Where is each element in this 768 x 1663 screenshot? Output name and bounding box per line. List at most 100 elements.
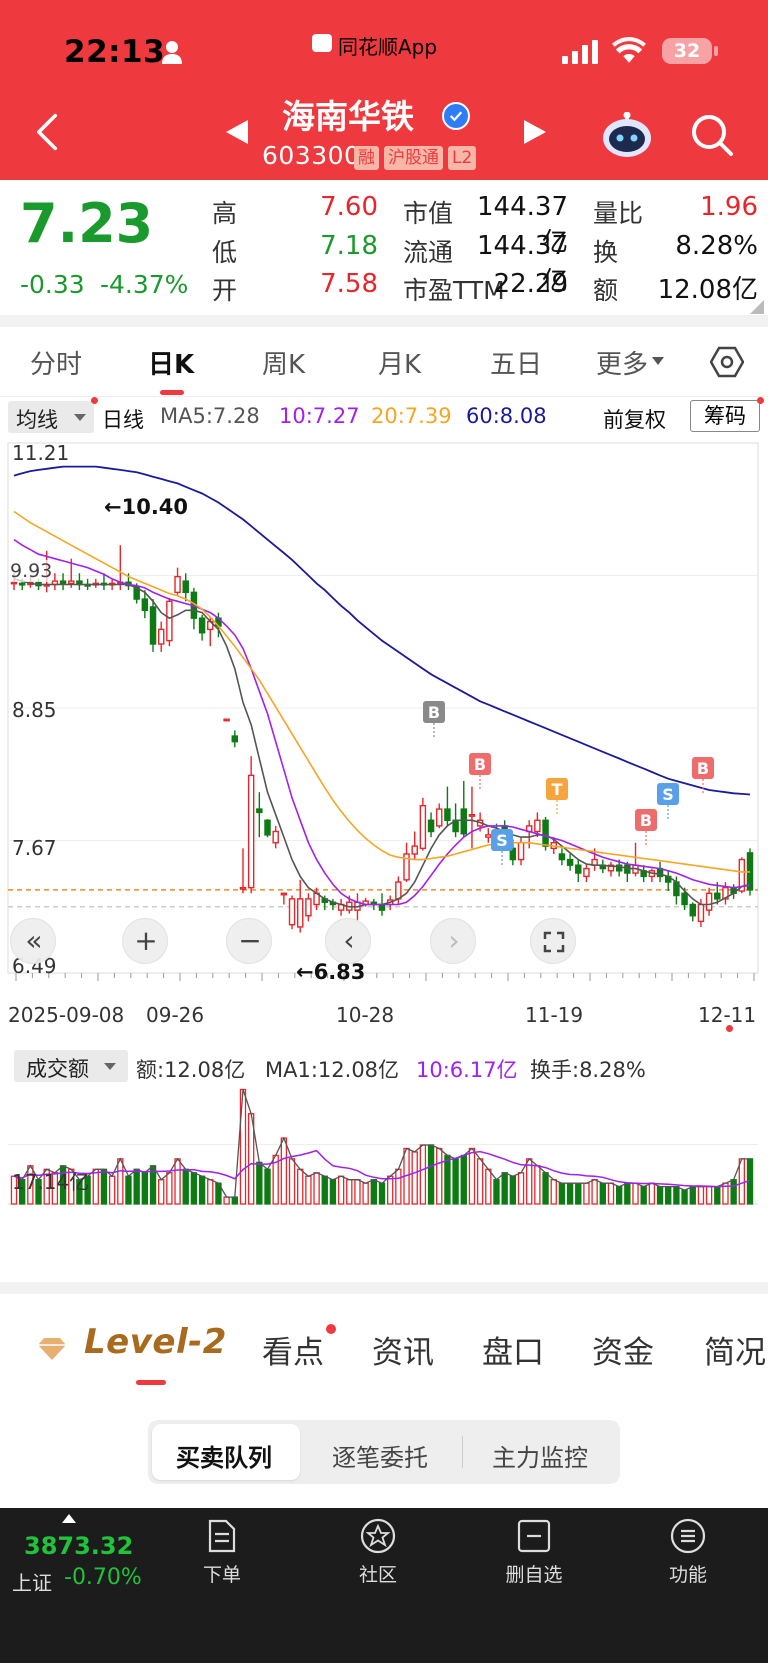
volume-bar-up bbox=[354, 1179, 361, 1205]
volume-bar-down bbox=[599, 1182, 606, 1205]
volume-bar-up bbox=[223, 1196, 230, 1205]
zoom-out-far-button[interactable]: « bbox=[10, 918, 56, 964]
tonghuashun-logo-icon bbox=[312, 34, 332, 52]
ma-red-dot bbox=[91, 397, 98, 404]
candle-up bbox=[239, 886, 247, 890]
volume-bar-down bbox=[256, 1161, 263, 1205]
prev-stock-arrow-icon[interactable] bbox=[226, 120, 248, 144]
menu-circle-icon[interactable] bbox=[670, 1518, 706, 1554]
fullscreen-button[interactable] bbox=[530, 918, 576, 964]
robot-assistant-icon[interactable] bbox=[601, 112, 653, 158]
volume-chart[interactable] bbox=[0, 1082, 768, 1282]
highlights-red-dot bbox=[326, 1324, 336, 1334]
tab-monthly-k[interactable]: 月K bbox=[378, 344, 421, 381]
adjust-label[interactable]: 前复权 bbox=[603, 404, 666, 434]
remove-watchlist-icon[interactable] bbox=[516, 1518, 552, 1554]
segment-divider bbox=[462, 1436, 463, 1468]
volume-bar-up bbox=[485, 1168, 492, 1205]
volume-bar-up bbox=[92, 1168, 99, 1205]
search-icon[interactable] bbox=[689, 112, 735, 158]
volume-bar-down bbox=[656, 1185, 664, 1205]
segment-tick-orders[interactable]: 逐笔委托 bbox=[332, 1438, 428, 1473]
status-app-label: 同花顺App bbox=[338, 35, 438, 59]
volume-bar-down bbox=[673, 1185, 680, 1205]
stock-code: 603300 bbox=[262, 141, 361, 170]
order-document-icon[interactable] bbox=[204, 1518, 240, 1554]
volume-bar-down bbox=[566, 1182, 574, 1205]
index-change: -0.70% bbox=[64, 1565, 142, 1590]
signal-tag-b: B bbox=[697, 759, 709, 778]
volume-bar-down bbox=[689, 1185, 696, 1205]
tab-daily-k[interactable]: 日K bbox=[148, 344, 194, 381]
segment-order-queue[interactable]: 买卖队列 bbox=[176, 1438, 272, 1473]
volume-bar-down bbox=[100, 1168, 108, 1205]
nav-remove-watchlist[interactable]: 删自选 bbox=[494, 1560, 574, 1587]
tab-news[interactable]: 资讯 bbox=[372, 1327, 434, 1372]
tab-weekly-k[interactable]: 周K bbox=[262, 344, 305, 381]
volume-bar-down bbox=[321, 1175, 328, 1205]
double-chevron-left-icon: « bbox=[25, 924, 43, 957]
candle-down bbox=[59, 580, 67, 585]
candle-up bbox=[174, 575, 181, 594]
candle-down bbox=[542, 819, 549, 847]
candle-down bbox=[460, 808, 468, 835]
candle-up bbox=[157, 628, 165, 645]
volume-bar-up bbox=[297, 1168, 304, 1205]
volume-bar-down bbox=[575, 1182, 582, 1205]
candle-up bbox=[697, 903, 705, 923]
volume-amount: 额:12.08亿 bbox=[136, 1058, 246, 1082]
volume-bar-down bbox=[558, 1182, 566, 1205]
volume-bar-down bbox=[370, 1179, 378, 1205]
tab-highlights[interactable]: 看点 bbox=[262, 1327, 324, 1372]
tab-level2[interactable]: Level-2 bbox=[84, 1322, 227, 1362]
community-star-icon[interactable] bbox=[360, 1518, 396, 1554]
candle-down bbox=[256, 808, 263, 814]
volume-bar-up bbox=[288, 1158, 296, 1205]
volume-bar-down bbox=[640, 1185, 647, 1205]
segment-main-monitor[interactable]: 主力监控 bbox=[492, 1438, 588, 1473]
nav-place-order[interactable]: 下单 bbox=[182, 1560, 262, 1587]
more-dropdown-icon bbox=[652, 357, 664, 365]
tab-five-day[interactable]: 五日 bbox=[490, 344, 542, 381]
volume-bar-up bbox=[648, 1182, 656, 1205]
volume-bar-down bbox=[198, 1175, 206, 1205]
nav-community[interactable]: 社区 bbox=[338, 1560, 418, 1587]
back-icon[interactable] bbox=[32, 112, 62, 152]
tab-capital-flow[interactable]: 资金 bbox=[592, 1327, 654, 1372]
scroll-right-button[interactable]: › bbox=[430, 918, 476, 964]
zoom-out-button[interactable]: − bbox=[226, 918, 272, 964]
candle-up bbox=[247, 774, 255, 889]
tab-more[interactable]: 更多 bbox=[596, 344, 648, 381]
next-stock-arrow-icon[interactable] bbox=[524, 120, 546, 144]
level2-active-indicator bbox=[136, 1380, 166, 1385]
volume-bar-up bbox=[419, 1144, 427, 1205]
volume-bar-down bbox=[141, 1172, 149, 1205]
scroll-left-button[interactable]: ‹ bbox=[325, 918, 371, 964]
tab-profile[interactable]: 简况 bbox=[704, 1327, 766, 1372]
signal-tag-s: S bbox=[662, 785, 674, 804]
battery-icon: 32 bbox=[662, 38, 712, 64]
ma-selector-label: 均线 bbox=[16, 408, 58, 432]
volume-bar-up bbox=[166, 1172, 173, 1205]
volume-ma1-line bbox=[13, 1089, 750, 1198]
index-expand-icon[interactable] bbox=[62, 1514, 76, 1523]
settings-hexagon-icon[interactable] bbox=[710, 345, 744, 379]
plus-icon: + bbox=[134, 924, 158, 957]
tab-orderbook[interactable]: 盘口 bbox=[482, 1327, 544, 1372]
chip-button[interactable]: 筹码 bbox=[690, 400, 760, 432]
index-value[interactable]: 3873.32 bbox=[24, 1532, 133, 1560]
candle-down bbox=[182, 580, 189, 594]
kline-chart[interactable]: BBSTBSB bbox=[0, 437, 768, 997]
volume-bar-up bbox=[337, 1175, 345, 1205]
turnover-label: 换 bbox=[593, 238, 619, 267]
signal-tag-b: B bbox=[640, 811, 652, 830]
nav-functions[interactable]: 功能 bbox=[648, 1560, 728, 1587]
candle-up bbox=[411, 845, 418, 855]
tab-intraday[interactable]: 分时 bbox=[30, 344, 82, 381]
zoom-in-button[interactable]: + bbox=[122, 918, 168, 964]
open-label: 开 bbox=[212, 276, 238, 305]
expand-corner-icon[interactable] bbox=[750, 300, 764, 314]
candle-up bbox=[305, 898, 312, 917]
battery-level: 32 bbox=[673, 40, 701, 62]
low-label: 低 bbox=[212, 238, 238, 267]
